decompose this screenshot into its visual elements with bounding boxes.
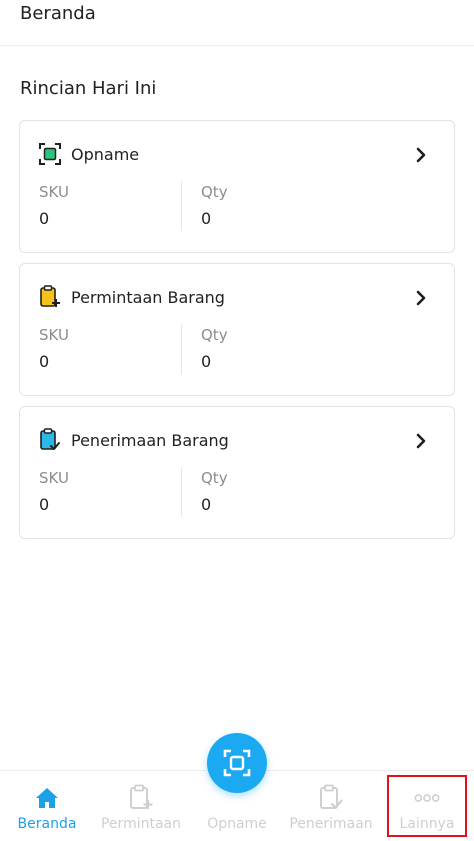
app-root: Beranda Rincian Hari Ini Opname SKU 0 Qt… [0,0,474,841]
qty-value: 0 [201,352,212,371]
sku-stat: SKU 0 [39,326,69,371]
scan-icon [38,142,62,166]
section-title: Rincian Hari Ini [20,78,157,99]
qty-value: 0 [201,209,212,228]
stat-divider [181,467,182,517]
stat-divider [181,181,182,231]
page-title: Beranda [20,3,96,24]
qty-stat: Qty 0 [201,469,228,514]
sku-label: SKU [39,469,69,487]
qty-label: Qty [201,183,228,201]
card-header: Opname [38,141,139,167]
clipboard-check-icon [38,428,62,452]
nav-label: Beranda [17,816,77,832]
home-icon [34,785,60,811]
sku-label: SKU [39,326,69,344]
nav-item-beranda[interactable]: Beranda [0,771,94,841]
chevron-right-icon[interactable] [414,288,428,308]
sku-stat: SKU 0 [39,469,69,514]
scan-icon [223,749,251,777]
card-permintaan-barang[interactable]: Permintaan Barang SKU 0 Qty 0 [19,263,455,396]
card-penerimaan-barang[interactable]: Penerimaan Barang SKU 0 Qty 0 [19,406,455,539]
app-header: Beranda [0,0,474,46]
chevron-right-icon[interactable] [414,431,428,451]
card-title: Permintaan Barang [71,287,225,307]
more-dots-icon [414,785,440,811]
sku-stat: SKU 0 [39,183,69,228]
card-header: Permintaan Barang [38,284,225,310]
chevron-right-icon[interactable] [414,145,428,165]
clipboard-plus-icon [128,784,154,811]
stat-divider [181,324,182,374]
nav-label: Permintaan [101,816,181,832]
sku-value: 0 [39,495,50,514]
nav-label: Opname [207,816,267,832]
nav-label: Penerimaan [289,816,373,832]
card-title: Penerimaan Barang [71,430,229,450]
qty-label: Qty [201,469,228,487]
qty-stat: Qty 0 [201,326,228,371]
nav-item-permintaan[interactable]: Permintaan [94,771,188,841]
qty-value: 0 [201,495,212,514]
sku-label: SKU [39,183,69,201]
sku-value: 0 [39,209,50,228]
nav-label: Lainnya [399,816,455,832]
card-title: Opname [71,144,140,164]
nav-item-lainnya[interactable]: Lainnya [380,771,474,841]
sku-value: 0 [39,352,50,371]
nav-item-penerimaan[interactable]: Penerimaan [284,771,378,841]
qty-stat: Qty 0 [201,183,228,228]
card-header: Penerimaan Barang [38,427,229,453]
clipboard-plus-icon [38,285,62,309]
qty-label: Qty [201,326,228,344]
clipboard-check-icon [318,784,344,811]
card-opname[interactable]: Opname SKU 0 Qty 0 [19,120,455,253]
scan-fab-button[interactable] [207,733,267,793]
